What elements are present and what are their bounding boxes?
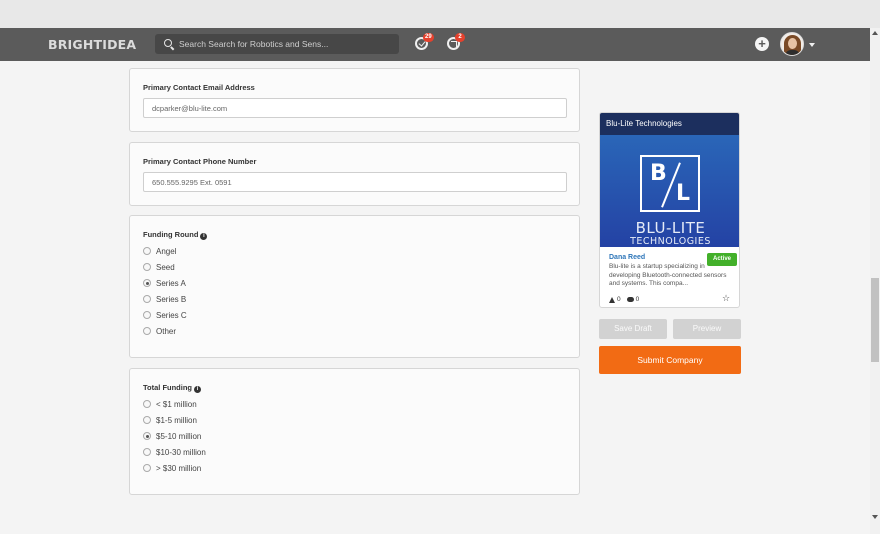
radio-button[interactable]: [143, 416, 151, 424]
radio-label: Seed: [156, 262, 175, 272]
total-funding-panel: Total Funding i < $1 million $1-5 million…: [129, 368, 580, 495]
star-icon[interactable]: ☆: [722, 293, 730, 304]
author-name[interactable]: Dana Reed: [609, 254, 645, 261]
radio-option[interactable]: Series B: [143, 293, 186, 305]
brand-subtitle: TECHNOLOGIES: [630, 236, 711, 247]
radio-label: Other: [156, 326, 177, 336]
radio-label: Series A: [156, 278, 186, 288]
radio-label: $1-5 million: [156, 415, 197, 425]
phone-field[interactable]: [143, 172, 567, 192]
radio-button-selected[interactable]: [143, 432, 151, 440]
radio-label: Angel: [156, 246, 177, 256]
radio-button[interactable]: [143, 327, 151, 335]
bl-logo-mark: B L: [640, 155, 700, 212]
info-icon[interactable]: i: [200, 233, 208, 240]
radio-option[interactable]: Other: [143, 325, 176, 337]
radio-option[interactable]: Series C: [143, 309, 187, 321]
card-title: Blu-Lite Technologies: [600, 113, 739, 135]
page-scrollbar[interactable]: [870, 28, 880, 534]
radio-option[interactable]: Series A: [143, 277, 186, 289]
notification-badge: 29: [423, 33, 434, 42]
search-icon: [164, 39, 172, 47]
search-box[interactable]: [155, 34, 399, 54]
card-stats: 0 0: [609, 296, 639, 303]
upvote-icon[interactable]: [609, 296, 615, 303]
brand-name: BLU-LITE: [635, 219, 706, 237]
radio-button[interactable]: [143, 295, 151, 303]
save-draft-button[interactable]: Save Draft: [599, 319, 667, 339]
email-panel: Primary Contact Email Address: [129, 68, 580, 132]
preview-button[interactable]: Preview: [673, 319, 741, 339]
activity-notification-icon[interactable]: 2: [447, 33, 465, 50]
radio-button[interactable]: [143, 464, 151, 472]
comment-count: 0: [635, 296, 640, 303]
scroll-thumb[interactable]: [871, 278, 879, 362]
radio-button[interactable]: [143, 263, 151, 271]
plus-icon[interactable]: +: [755, 37, 769, 51]
search-input[interactable]: [179, 34, 394, 54]
radio-label: $5-10 million: [156, 431, 202, 441]
user-avatar[interactable]: [780, 32, 804, 56]
phone-label: Primary Contact Phone Number: [143, 157, 257, 166]
radio-button[interactable]: [143, 311, 151, 319]
browser-top-area: [0, 0, 880, 28]
radio-label: > $30 million: [156, 463, 202, 473]
radio-option[interactable]: $10-30 million: [143, 446, 206, 458]
notification-badge: 2: [455, 33, 465, 42]
radio-option[interactable]: > $30 million: [143, 462, 201, 474]
radio-button[interactable]: [143, 247, 151, 255]
funding-round-label: Funding Round i: [143, 230, 208, 240]
radio-label: Series C: [156, 310, 187, 320]
radio-option[interactable]: Seed: [143, 261, 175, 273]
funding-round-panel: Funding Round i Angel Seed Series A Serie…: [129, 215, 580, 358]
checkmark-notification-icon[interactable]: 29: [415, 33, 434, 50]
radio-label: < $1 million: [156, 399, 197, 409]
email-field[interactable]: [143, 98, 567, 118]
total-funding-label: Total Funding i: [143, 383, 202, 393]
brightidea-logo[interactable]: BRIGHTIDEA: [48, 37, 136, 52]
radio-button[interactable]: [143, 400, 151, 408]
comment-icon[interactable]: [626, 297, 634, 302]
radio-option[interactable]: $5-10 million: [143, 430, 201, 442]
vote-count: 0: [617, 296, 621, 303]
radio-button[interactable]: [143, 448, 151, 456]
radio-label: Series B: [156, 294, 187, 304]
card-description: Blu-lite is a startup specializing in de…: [609, 263, 727, 287]
radio-button-selected[interactable]: [143, 279, 151, 287]
chevron-down-icon[interactable]: [809, 43, 815, 47]
scroll-up-arrow-icon[interactable]: [872, 31, 878, 35]
top-navbar: BRIGHTIDEA 29 2 +: [0, 28, 870, 61]
info-icon[interactable]: i: [194, 386, 202, 393]
email-label: Primary Contact Email Address: [143, 83, 255, 92]
scroll-down-arrow-icon[interactable]: [872, 515, 878, 519]
radio-option[interactable]: $1-5 million: [143, 414, 197, 426]
company-preview-card[interactable]: Blu-Lite Technologies B L BLU-LITE TECHN…: [599, 112, 740, 308]
company-logo-image: B L BLU-LITE TECHNOLOGIES Active: [600, 135, 739, 266]
radio-label: $10-30 million: [156, 447, 206, 457]
submit-company-button[interactable]: Submit Company: [599, 346, 741, 374]
phone-panel: Primary Contact Phone Number: [129, 142, 580, 206]
radio-option[interactable]: Angel: [143, 245, 176, 257]
radio-option[interactable]: < $1 million: [143, 398, 197, 410]
